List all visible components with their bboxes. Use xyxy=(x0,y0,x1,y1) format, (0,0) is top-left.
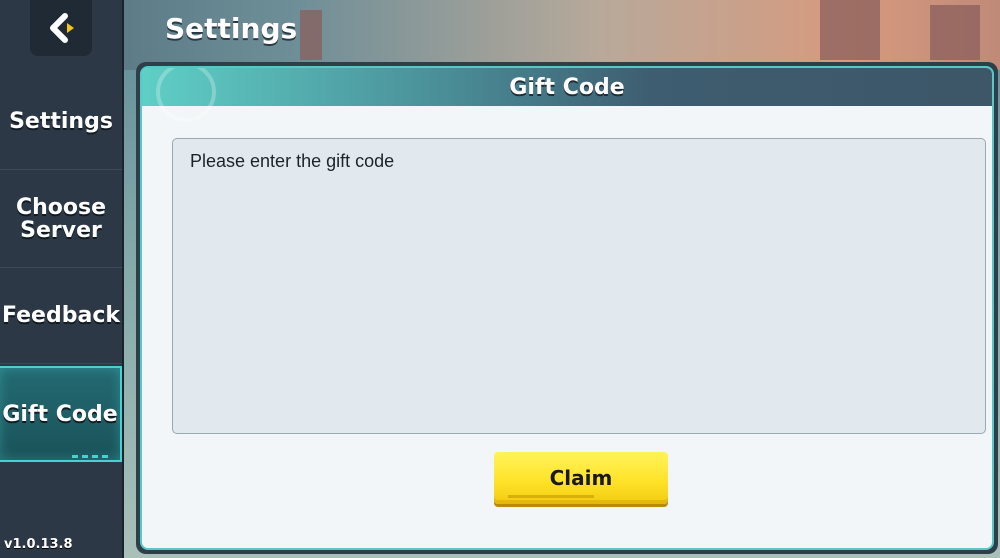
background-building xyxy=(820,0,880,60)
panel-header-decoration xyxy=(156,68,216,122)
sidebar: Settings Choose Server Feedback Gift Cod… xyxy=(0,0,124,558)
gift-code-input[interactable] xyxy=(172,138,986,434)
claim-button[interactable]: Claim xyxy=(494,452,668,504)
sidebar-item-gift-code[interactable]: Gift Code xyxy=(0,366,122,462)
back-button[interactable] xyxy=(30,0,92,56)
gift-code-panel: Gift Code Claim xyxy=(136,62,998,554)
back-arrow-icon xyxy=(50,13,74,43)
panel-body: Gift Code Claim xyxy=(140,66,994,550)
sidebar-item-choose-server[interactable]: Choose Server xyxy=(0,170,122,268)
sidebar-item-label: Settings xyxy=(9,109,113,134)
panel-header: Gift Code xyxy=(142,68,992,122)
sidebar-item-label: Choose Server xyxy=(16,194,107,243)
background-building xyxy=(930,5,980,60)
background-building xyxy=(300,10,322,60)
panel-title: Gift Code xyxy=(509,74,625,100)
sidebar-item-settings[interactable]: Settings xyxy=(0,74,122,170)
sidebar-item-label: Gift Code xyxy=(2,401,118,427)
sidebar-item-feedback[interactable]: Feedback xyxy=(0,268,122,364)
page-title: Settings xyxy=(165,12,298,45)
version-label: v1.0.13.8 xyxy=(4,537,73,552)
sidebar-item-label: Feedback xyxy=(2,303,120,328)
